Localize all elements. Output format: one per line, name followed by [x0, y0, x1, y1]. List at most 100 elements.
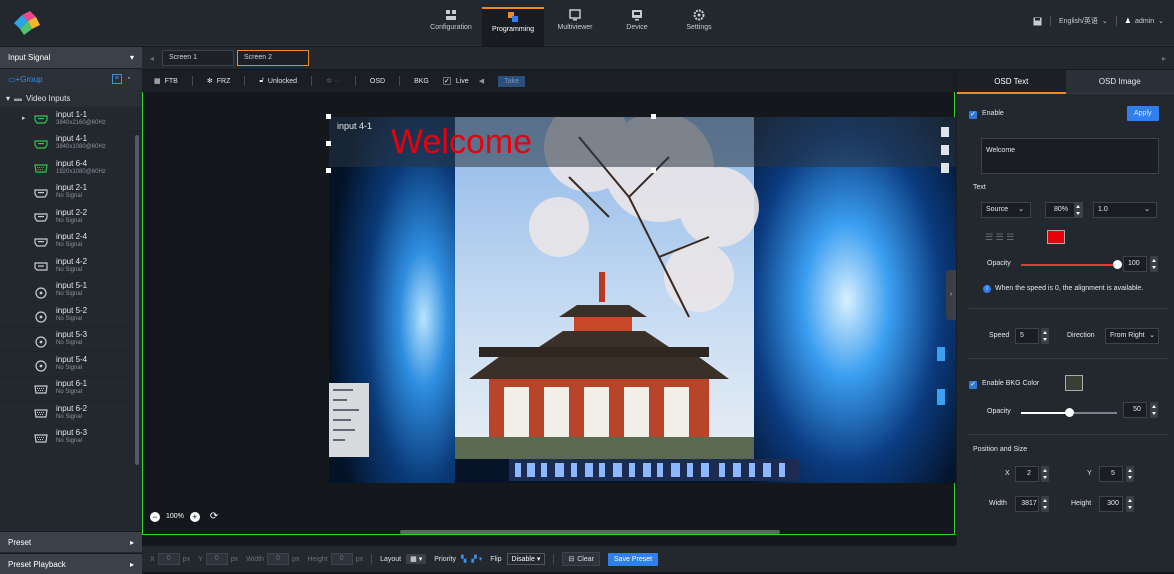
x-input[interactable]: 0 [158, 553, 180, 565]
align-right-icon[interactable]: ☰ [1006, 232, 1014, 242]
resize-handle[interactable] [651, 114, 656, 119]
nav-device[interactable]: Device [606, 9, 668, 46]
prev-arrow-icon[interactable]: ◂ [150, 54, 154, 63]
collapse-panel-tab[interactable]: › [946, 270, 956, 320]
text-color-swatch[interactable] [1047, 230, 1065, 244]
input-list-item[interactable]: input 2-1No Signal [0, 181, 142, 206]
width-input[interactable]: 0 [267, 553, 289, 565]
opacity-slider[interactable] [1021, 264, 1117, 266]
take-button[interactable]: Take [498, 76, 525, 87]
bkg-opacity-slider-knob[interactable] [1065, 408, 1074, 417]
width-stepper[interactable] [1041, 496, 1049, 512]
osd-button[interactable]: OSD [370, 78, 385, 85]
bring-front-icon[interactable]: ▚ [461, 555, 466, 563]
line-spacing-select[interactable]: 1.0⌄ [1093, 202, 1157, 218]
bkg-button[interactable]: BKG [414, 78, 429, 85]
next-arrow-icon[interactable]: ▸ [1162, 54, 1166, 63]
height-stepper[interactable] [1126, 496, 1134, 512]
height-input[interactable]: 0 [331, 553, 353, 565]
speed-stepper[interactable] [1041, 328, 1049, 344]
flip-control[interactable]: FlipDisable ▾ [490, 553, 545, 565]
live-toggle[interactable]: ✓Live◀︎ [443, 77, 484, 85]
tab-osd-image[interactable]: OSD Image [1066, 70, 1174, 94]
frz-button[interactable]: ✻FRZ [207, 77, 230, 85]
input-list-item[interactable]: input 2-2No Signal [0, 205, 142, 230]
input-list-item[interactable]: ▸input 1-13840x2160@60Hz [0, 107, 142, 132]
opacity-slider-knob[interactable] [1113, 260, 1122, 269]
height-input[interactable]: 300 [1099, 496, 1123, 512]
send-back-icon[interactable]: ▞ ▾ [471, 555, 482, 563]
zoom-out-icon[interactable]: − [150, 512, 160, 522]
priority-control[interactable]: Priority▚▞ ▾ [434, 555, 482, 563]
align-left-icon[interactable]: ☰ [985, 232, 993, 242]
pos-y-stepper[interactable] [1126, 466, 1134, 482]
save-icon[interactable] [1033, 17, 1042, 26]
tab-osd-text[interactable]: OSD Text [957, 70, 1066, 94]
tab-screen-2[interactable]: Screen 2 [237, 50, 309, 66]
canvas-horizontal-scrollbar[interactable] [400, 530, 780, 534]
user-menu[interactable]: admin [1135, 18, 1154, 25]
speed-input[interactable]: 5 [1015, 328, 1039, 344]
pos-x-stepper[interactable] [1041, 466, 1049, 482]
bkg-color-swatch[interactable] [1065, 375, 1083, 391]
source-select[interactable]: Source⌄ [981, 202, 1031, 218]
input-list-item[interactable]: input 5-3No Signal [0, 328, 142, 353]
direction-select[interactable]: From Right⌄ [1105, 328, 1159, 344]
input-list-item[interactable]: input 4-2No Signal [0, 254, 142, 279]
nav-multiviewer[interactable]: Multiviewer [544, 9, 606, 46]
align-center-icon[interactable]: ☰ [996, 232, 1004, 242]
font-size-stepper[interactable] [1074, 202, 1082, 218]
bkg-opacity-input[interactable]: 50 [1123, 402, 1147, 418]
bkg-opacity-slider[interactable] [1021, 412, 1117, 414]
enable-checkbox[interactable]: ✓ [969, 111, 977, 119]
width-input[interactable]: 3817 [1015, 496, 1039, 512]
x-field[interactable]: X0px [150, 553, 190, 565]
input-list-item[interactable]: input 6-2No Signal [0, 401, 142, 426]
nav-settings[interactable]: Settings [668, 9, 730, 46]
input-list-item[interactable]: input 6-41920x1080@60Hz [0, 156, 142, 181]
group-button[interactable]: ▭+Group [8, 75, 42, 84]
opacity-stepper[interactable] [1150, 256, 1158, 272]
resize-handle[interactable] [326, 168, 331, 173]
input-list-item[interactable]: input 5-4No Signal [0, 352, 142, 377]
input-list-item[interactable]: input 4-13840x1080@60Hz [0, 132, 142, 157]
pos-x-input[interactable]: 2 [1015, 466, 1039, 482]
clear-button[interactable]: ⊟Clear [562, 552, 600, 566]
resize-handle[interactable] [651, 168, 656, 173]
zoom-in-icon[interactable]: + [190, 512, 200, 522]
enable-toggle[interactable]: ✓Enable [969, 110, 1004, 119]
brightness-button[interactable]: ✲ ··· [326, 77, 341, 85]
pos-y-input[interactable]: 5 [1099, 466, 1123, 482]
height-field[interactable]: Height0px [307, 553, 363, 565]
reset-zoom-icon[interactable]: ⟳ [210, 511, 218, 522]
opacity-input[interactable]: 100 [1123, 256, 1147, 272]
ftb-button[interactable]: ▦FTB [154, 77, 178, 85]
input-list-item[interactable]: input 6-3No Signal [0, 426, 142, 451]
live-checkbox[interactable]: ✓ [443, 77, 451, 85]
list-view-icon[interactable]: ≡ [112, 74, 122, 84]
tab-screen-1[interactable]: Screen 1 [162, 50, 234, 66]
language-select[interactable]: English/英语 [1059, 16, 1098, 26]
layout-control[interactable]: Layout▦ ▾ [380, 554, 426, 564]
nav-configuration[interactable]: Configuration [420, 9, 482, 46]
input-signal-header[interactable]: Input Signal ▾ [0, 47, 142, 69]
input-list-item[interactable]: input 5-2No Signal [0, 303, 142, 328]
lock-button[interactable]: 🔓︎Unlocked [259, 77, 297, 85]
save-preset-button[interactable]: Save Preset [608, 553, 658, 566]
input-list-item[interactable]: input 5-1No Signal [0, 279, 142, 304]
flip-select[interactable]: Disable ▾ [507, 553, 546, 565]
preset-section[interactable]: Preset▸ [0, 531, 142, 552]
input-list-item[interactable]: input 2-4No Signal [0, 230, 142, 255]
apply-button[interactable]: Apply [1127, 106, 1159, 121]
caret-right-icon[interactable]: ▸ [22, 114, 26, 122]
y-field[interactable]: Y0px [198, 553, 238, 565]
enable-bkg-checkbox[interactable]: ✓ [969, 381, 977, 389]
enable-bkg-toggle[interactable]: ✓Enable BKG Color [969, 380, 1039, 389]
resize-handle[interactable] [326, 141, 331, 146]
nav-programming[interactable]: Programming [482, 7, 544, 46]
preset-playback-section[interactable]: Preset Playback▸ [0, 553, 142, 574]
osd-text-input[interactable]: Welcome [981, 138, 1159, 174]
input-list-item[interactable]: input 6-1No Signal [0, 377, 142, 402]
y-input[interactable]: 0 [206, 553, 228, 565]
undo-icon[interactable]: ◀︎ [479, 77, 484, 85]
